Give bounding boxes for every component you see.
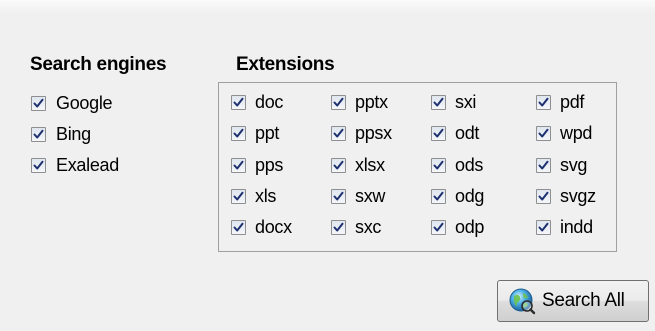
checkbox-label: doc <box>255 91 284 112</box>
search-all-label: Search All <box>542 290 625 311</box>
extension-option-wpd[interactable]: wpd <box>536 120 592 146</box>
checkbox[interactable] <box>31 126 46 142</box>
checkbox[interactable] <box>331 219 346 235</box>
checkbox[interactable] <box>231 157 246 173</box>
extension-option-xls[interactable]: xls <box>231 183 276 209</box>
top-band <box>0 0 655 14</box>
checkmark-icon <box>233 222 244 231</box>
checkmark-icon <box>233 128 244 137</box>
checkbox[interactable] <box>536 219 551 235</box>
checkmark-icon <box>333 160 344 169</box>
extension-option-xlsx[interactable]: xlsx <box>331 152 385 178</box>
checkbox-label: sxw <box>355 185 386 206</box>
checkmark-icon <box>538 160 549 169</box>
checkbox[interactable] <box>536 125 551 141</box>
checkbox-label: sxi <box>455 91 477 112</box>
checkmark-icon <box>433 222 444 231</box>
checkbox-label: indd <box>560 216 593 237</box>
checkbox-label: xlsx <box>355 154 385 175</box>
checkbox[interactable] <box>231 125 246 141</box>
checkmark-icon <box>233 191 244 200</box>
checkbox-label: odg <box>455 185 485 206</box>
extension-option-pdf[interactable]: pdf <box>536 89 584 115</box>
engine-option-bing[interactable]: Bing <box>31 121 91 147</box>
checkbox-label: Bing <box>56 123 91 144</box>
checkmark-icon <box>333 97 344 106</box>
checkmark-icon <box>33 129 44 138</box>
checkbox-label: odp <box>455 216 485 237</box>
checkmark-icon <box>538 97 549 106</box>
checkmark-icon <box>233 160 244 169</box>
extension-option-ppsx[interactable]: ppsx <box>331 120 392 146</box>
extension-option-odg[interactable]: odg <box>431 183 484 209</box>
checkbox[interactable] <box>31 157 46 173</box>
extension-option-docx[interactable]: docx <box>231 214 292 240</box>
checkbox-label: pdf <box>560 91 585 112</box>
checkmark-icon <box>433 97 444 106</box>
engine-option-google[interactable]: Google <box>31 90 113 116</box>
extension-option-pptx[interactable]: pptx <box>331 89 388 115</box>
checkbox[interactable] <box>536 188 551 204</box>
extension-option-odp[interactable]: odp <box>431 214 484 240</box>
checkbox-label: odt <box>455 122 480 143</box>
checkbox[interactable] <box>431 94 446 110</box>
checkbox-label: Exalead <box>56 154 119 175</box>
checkbox-label: sxc <box>355 216 382 237</box>
globe-search-icon <box>508 287 536 315</box>
checkbox[interactable] <box>431 188 446 204</box>
checkbox[interactable] <box>31 95 46 111</box>
checkbox[interactable] <box>536 157 551 173</box>
extension-option-ods[interactable]: ods <box>431 152 483 178</box>
checkbox-label: svg <box>560 154 588 175</box>
extension-option-sxw[interactable]: sxw <box>331 183 385 209</box>
checkmark-icon <box>433 191 444 200</box>
extension-option-pps[interactable]: pps <box>231 152 283 178</box>
search-all-button[interactable]: Search All <box>497 280 649 322</box>
checkbox[interactable] <box>331 157 346 173</box>
search-engines-heading: Search engines <box>30 54 167 75</box>
extension-option-odt[interactable]: odt <box>431 120 479 146</box>
checkbox[interactable] <box>431 157 446 173</box>
extension-option-sxi[interactable]: sxi <box>431 89 476 115</box>
extensions-groupbox: doc ppt pps xls docx pptx ppsx xlsx sxw sxc sxi odt… <box>218 82 617 252</box>
checkbox[interactable] <box>231 188 246 204</box>
checkbox[interactable] <box>431 219 446 235</box>
checkbox[interactable] <box>536 94 551 110</box>
checkmark-icon <box>433 160 444 169</box>
checkmark-icon <box>33 98 44 107</box>
checkbox[interactable] <box>331 188 346 204</box>
extension-option-svgz[interactable]: svgz <box>536 183 596 209</box>
checkbox[interactable] <box>431 125 446 141</box>
checkmark-icon <box>333 191 344 200</box>
checkbox-label: pptx <box>355 91 388 112</box>
checkmark-icon <box>538 128 549 137</box>
checkmark-icon <box>538 191 549 200</box>
checkbox[interactable] <box>331 94 346 110</box>
extension-option-doc[interactable]: doc <box>231 89 283 115</box>
extension-option-indd[interactable]: indd <box>536 214 593 240</box>
checkmark-icon <box>233 97 244 106</box>
checkbox-label: docx <box>255 216 292 237</box>
checkmark-icon <box>433 128 444 137</box>
engine-option-exalead[interactable]: Exalead <box>31 152 119 178</box>
checkbox[interactable] <box>231 219 246 235</box>
extensions-heading: Extensions <box>236 54 335 75</box>
checkbox-label: wpd <box>560 122 593 143</box>
checkbox[interactable] <box>231 94 246 110</box>
checkmark-icon <box>333 222 344 231</box>
checkbox[interactable] <box>331 125 346 141</box>
checkmark-icon <box>333 128 344 137</box>
checkbox-label: ppt <box>255 122 280 143</box>
checkmark-icon <box>33 160 44 169</box>
checkbox-label: svgz <box>560 185 596 206</box>
checkbox-label: ods <box>455 154 484 175</box>
checkmark-icon <box>538 222 549 231</box>
extension-option-sxc[interactable]: sxc <box>331 214 381 240</box>
extension-option-ppt[interactable]: ppt <box>231 120 279 146</box>
extension-option-svg[interactable]: svg <box>536 152 587 178</box>
checkbox-label: Google <box>56 92 113 113</box>
checkbox-label: xls <box>255 185 277 206</box>
checkbox-label: pps <box>255 154 284 175</box>
checkbox-label: ppsx <box>355 122 392 143</box>
